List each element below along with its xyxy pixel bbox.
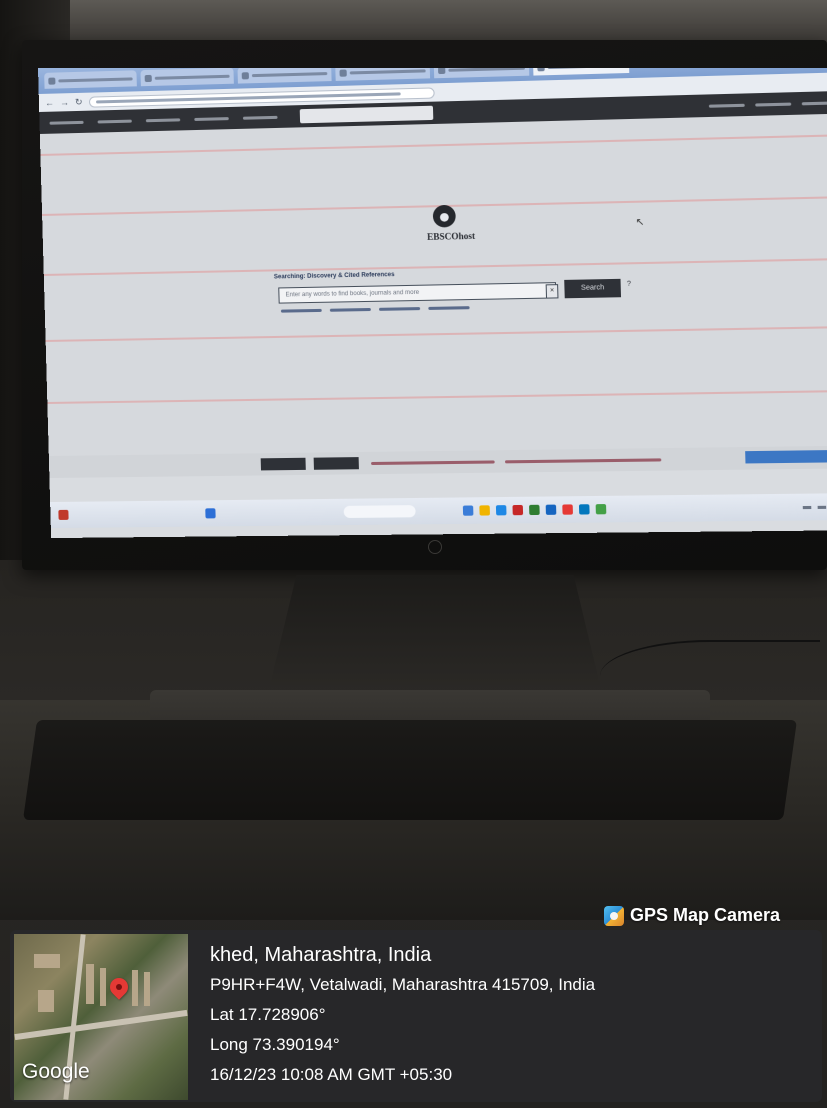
scan-line: [47, 389, 827, 404]
chat-widget-button[interactable]: [745, 449, 827, 464]
app-icon[interactable]: [562, 504, 573, 515]
tab-favicon-icon: [241, 71, 249, 79]
browser-tab[interactable]: [433, 68, 530, 79]
scan-line: [40, 133, 827, 156]
tab-favicon-icon: [437, 68, 446, 74]
place-name: khed, Maharashtra, India: [210, 944, 432, 966]
scan-line: [43, 257, 827, 276]
account-links: [708, 100, 827, 108]
monitor-stand: [270, 575, 600, 685]
map-building: [38, 990, 54, 1012]
footer-links[interactable]: [371, 460, 495, 466]
tab-favicon-icon: [144, 74, 152, 82]
gps-details: khed, Maharashtra, India P9HR+F4W, Vetal…: [210, 940, 595, 1090]
browser-tab[interactable]: [44, 70, 137, 89]
browser-tab[interactable]: [335, 68, 431, 81]
app-icon[interactable]: [462, 505, 474, 516]
search-option-link[interactable]: [280, 308, 322, 313]
cable: [600, 640, 820, 712]
weather-icon[interactable]: [58, 509, 69, 520]
nav-link[interactable]: [97, 119, 132, 123]
edge-icon[interactable]: [495, 505, 507, 516]
clear-icon[interactable]: ×: [545, 284, 559, 299]
back-icon[interactable]: ←: [45, 98, 54, 108]
browser-window: – □ × ← → ↻: [38, 68, 827, 538]
search-option-link[interactable]: [428, 306, 470, 310]
app-icon[interactable]: [512, 504, 524, 516]
search-option-link[interactable]: [329, 307, 371, 312]
folder-icon[interactable]: [479, 505, 490, 516]
help-icon[interactable]: ?: [627, 281, 631, 288]
map-building: [144, 972, 150, 1006]
search-options-links: [280, 306, 470, 313]
windows-taskbar: [50, 492, 827, 529]
reload-icon[interactable]: ↻: [75, 96, 83, 107]
gps-camera-watermark: GPS Map Camera: [604, 905, 780, 926]
tab-favicon-icon: [537, 68, 545, 71]
taskbar-search[interactable]: [343, 505, 416, 519]
nav-link[interactable]: [242, 115, 278, 120]
search-input[interactable]: Enter any words to find books, journals …: [278, 282, 557, 304]
location-pin-icon: [106, 974, 132, 1000]
app-icon[interactable]: [578, 504, 590, 515]
search-option-link[interactable]: [378, 307, 421, 311]
search-page: ● EBSCOhost ↖ Searching: Discovery & Cit…: [39, 113, 827, 475]
nav-link[interactable]: [145, 117, 181, 122]
google-attribution: Google: [22, 1060, 90, 1083]
map-building: [132, 970, 138, 1006]
chrome-icon[interactable]: [595, 504, 607, 515]
start-icon[interactable]: [205, 508, 216, 519]
mouse-cursor-icon: ↖: [635, 216, 645, 229]
search-scope-label: Searching: Discovery & Cited References: [273, 272, 395, 281]
nav-link[interactable]: [755, 102, 792, 107]
nav-link[interactable]: [708, 103, 745, 108]
app-icon[interactable]: [529, 504, 540, 516]
tab-favicon-icon: [48, 77, 56, 85]
nav-link[interactable]: [801, 100, 827, 105]
map-building: [100, 968, 106, 1006]
nav-link[interactable]: [49, 120, 84, 125]
monitor-screen: – □ × ← → ↻: [38, 68, 827, 538]
gps-app-name: GPS Map Camera: [630, 905, 781, 925]
map-road: [14, 1009, 188, 1041]
scan-line: [45, 325, 827, 342]
gps-map-camera-icon: [604, 905, 624, 926]
footer-links[interactable]: [504, 458, 662, 464]
forward-icon[interactable]: →: [60, 97, 69, 107]
map-building: [34, 954, 60, 968]
app-store-badge[interactable]: [260, 457, 306, 471]
keyboard: [22, 720, 798, 820]
timestamp: 16/12/23 10:08 AM GMT +05:30: [210, 1065, 453, 1084]
address: P9HR+F4W, Vetalwadi, Maharashtra 415709,…: [210, 975, 596, 994]
search-button[interactable]: Search: [564, 278, 622, 299]
nav-link[interactable]: [194, 116, 229, 121]
active-database-tab[interactable]: [299, 105, 434, 124]
browser-tab[interactable]: [140, 68, 234, 87]
system-tray: [802, 505, 827, 509]
browser-tab-active[interactable]: [532, 68, 630, 76]
ebsco-logo-icon: ●: [432, 204, 456, 228]
ebsco-logo-text: EBSCOhost: [426, 230, 476, 242]
latitude: Lat 17.728906°: [210, 1005, 326, 1024]
google-play-badge[interactable]: [313, 457, 359, 470]
monitor-brand-logo: [428, 540, 442, 554]
tab-favicon-icon: [339, 68, 347, 77]
map-building: [86, 964, 94, 1004]
app-icon[interactable]: [545, 504, 557, 515]
browser-tab[interactable]: [237, 68, 332, 84]
longitude: Long 73.390194°: [210, 1035, 340, 1054]
